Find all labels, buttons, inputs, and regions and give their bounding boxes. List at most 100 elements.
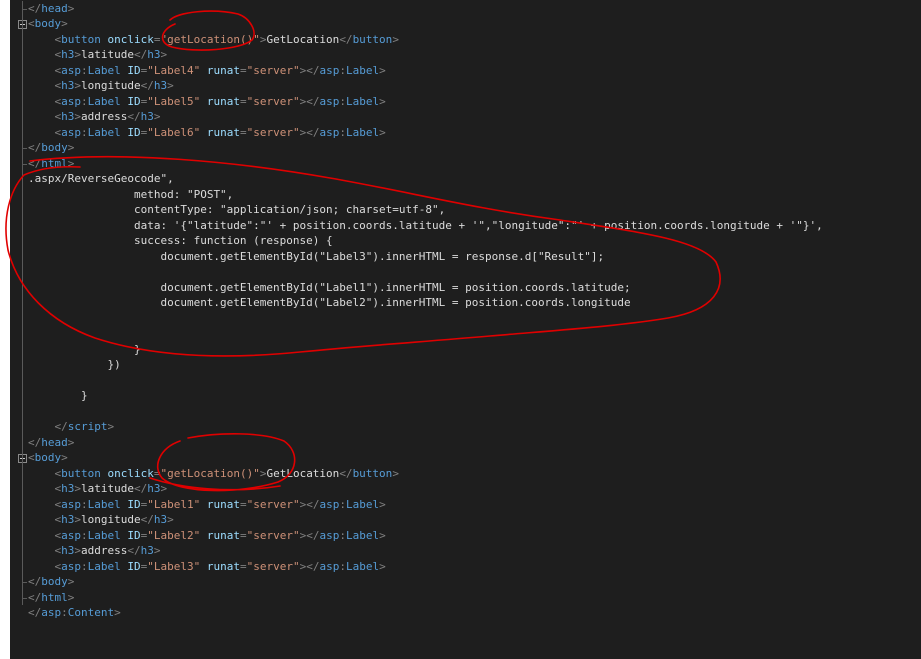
code-token-text: latitude bbox=[81, 482, 134, 495]
code-line[interactable]: </html> bbox=[28, 590, 74, 606]
code-token-attr: runat bbox=[206, 559, 240, 573]
code-line[interactable]: <asp:Label ID="Label6" runat="server"></… bbox=[28, 125, 386, 141]
code-line[interactable]: <h3>longitude</h3> bbox=[28, 512, 174, 528]
code-line[interactable]: <button onclick="getLocation()">GetLocat… bbox=[28, 466, 399, 482]
code-token-text: longitude bbox=[81, 513, 141, 526]
code-token-punct: : bbox=[81, 528, 88, 542]
code-token-punct: < bbox=[28, 451, 35, 464]
code-line[interactable]: <body> bbox=[28, 16, 68, 32]
code-token-punct: </ bbox=[28, 156, 42, 170]
code-line[interactable]: <h3>latitude</h3> bbox=[28, 481, 168, 497]
code-line[interactable]: document.getElementById("Label3").innerH… bbox=[28, 249, 604, 265]
code-token-punct: </ bbox=[28, 575, 42, 588]
code-token-punct: > bbox=[61, 17, 68, 30]
code-token-attr: runat bbox=[206, 497, 240, 511]
outline-guide bbox=[22, 450, 23, 466]
outline-end bbox=[22, 163, 27, 165]
code-token-punct: : bbox=[339, 63, 346, 77]
code-line[interactable]: <asp:Label ID="Label1" runat="server"></… bbox=[28, 497, 386, 513]
code-line[interactable]: }) bbox=[28, 357, 120, 373]
code-token-tag: h3 bbox=[153, 79, 168, 92]
code-token-punct: < bbox=[28, 17, 35, 30]
code-token-punct: > bbox=[379, 528, 386, 542]
code-line[interactable]: <asp:Label ID="Label2" runat="server"></… bbox=[28, 528, 386, 544]
code-line[interactable]: <button onclick="getLocation()">GetLocat… bbox=[28, 32, 399, 48]
code-token-punct: > bbox=[379, 559, 386, 573]
code-line[interactable]: <asp:Label ID="Label5" runat="server"></… bbox=[28, 94, 386, 110]
code-line[interactable]: <h3>latitude</h3> bbox=[28, 47, 168, 63]
code-line[interactable]: } bbox=[28, 388, 88, 404]
code-token-val: "server" bbox=[246, 528, 300, 542]
code-token-val: "Label2" bbox=[147, 528, 201, 542]
code-line[interactable]: contentType: "application/json; charset=… bbox=[28, 202, 445, 218]
code-token-punct: > bbox=[74, 110, 81, 123]
code-token-attr: ID bbox=[127, 125, 141, 139]
code-token-tag: head bbox=[41, 435, 68, 449]
code-line[interactable]: .aspx/ReverseGeocode", bbox=[28, 171, 174, 187]
code-token-punct: </ bbox=[140, 79, 154, 92]
code-line[interactable]: <h3>longitude</h3> bbox=[28, 78, 174, 94]
code-line[interactable]: <asp:Label ID="Label3" runat="server"></… bbox=[28, 559, 386, 575]
code-line[interactable]: document.getElementById("Label2").innerH… bbox=[28, 295, 630, 311]
code-line[interactable]: </head> bbox=[28, 435, 74, 451]
code-token-punct: </ bbox=[54, 420, 68, 433]
code-token-punct: ></ bbox=[299, 559, 320, 573]
code-line[interactable]: success: function (response) { bbox=[28, 233, 333, 249]
code-token-punct: : bbox=[81, 63, 88, 77]
code-line[interactable]: <h3>address</h3> bbox=[28, 543, 161, 559]
code-line[interactable]: </script> bbox=[28, 419, 115, 435]
code-token-val: "getLocation()" bbox=[160, 466, 260, 480]
code-token-punct: > bbox=[74, 48, 81, 61]
code-token-punct: > bbox=[160, 482, 168, 495]
code-editor[interactable]: </head> <body> <button onclick="getLocati… bbox=[10, 0, 921, 659]
code-line[interactable]: </head> bbox=[28, 1, 74, 17]
code-token-val: "server" bbox=[246, 94, 300, 108]
code-line[interactable]: </html> bbox=[28, 156, 74, 172]
code-token-punct: > bbox=[153, 544, 161, 557]
code-token-punct: : bbox=[339, 125, 346, 139]
code-line[interactable]: document.getElementById("Label1").innerH… bbox=[28, 280, 630, 296]
code-token-punct: > bbox=[74, 79, 81, 92]
code-token-tag: asp bbox=[319, 528, 340, 542]
code-line[interactable]: <body> bbox=[28, 450, 68, 466]
code-line[interactable]: <asp:Label ID="Label4" runat="server"></… bbox=[28, 63, 386, 79]
code-token-tag: Content bbox=[67, 606, 115, 619]
code-token-tag: h3 bbox=[140, 110, 154, 123]
code-line[interactable]: data: '{"latitude":"' + position.coords.… bbox=[28, 218, 823, 234]
code-token-tag: button bbox=[61, 32, 101, 46]
code-token-val: "Label4" bbox=[147, 63, 201, 77]
code-token-attr: ID bbox=[127, 497, 141, 511]
code-token-val: "Label3" bbox=[147, 559, 201, 573]
code-token-punct: > bbox=[114, 606, 121, 619]
code-line[interactable]: </body> bbox=[28, 574, 74, 590]
code-token-punct: > bbox=[379, 497, 386, 511]
code-token-tag: asp bbox=[61, 528, 81, 542]
code-line[interactable]: </asp:Content> bbox=[28, 605, 121, 621]
code-token-attr: ID bbox=[127, 559, 141, 573]
code-line[interactable]: </body> bbox=[28, 140, 74, 156]
code-line[interactable]: method: "POST", bbox=[28, 187, 233, 203]
outline-end bbox=[22, 597, 27, 599]
code-token-tag: h3 bbox=[147, 48, 161, 61]
code-line[interactable]: } bbox=[28, 342, 141, 358]
code-token-punct: </ bbox=[28, 590, 42, 604]
code-token-punct: </ bbox=[140, 513, 154, 526]
code-token-text: address bbox=[81, 544, 128, 557]
code-line[interactable]: <h3>address</h3> bbox=[28, 109, 161, 125]
code-token-tag: asp bbox=[61, 125, 81, 139]
code-token-tag: h3 bbox=[61, 79, 75, 92]
code-token-punct: = bbox=[239, 63, 247, 77]
